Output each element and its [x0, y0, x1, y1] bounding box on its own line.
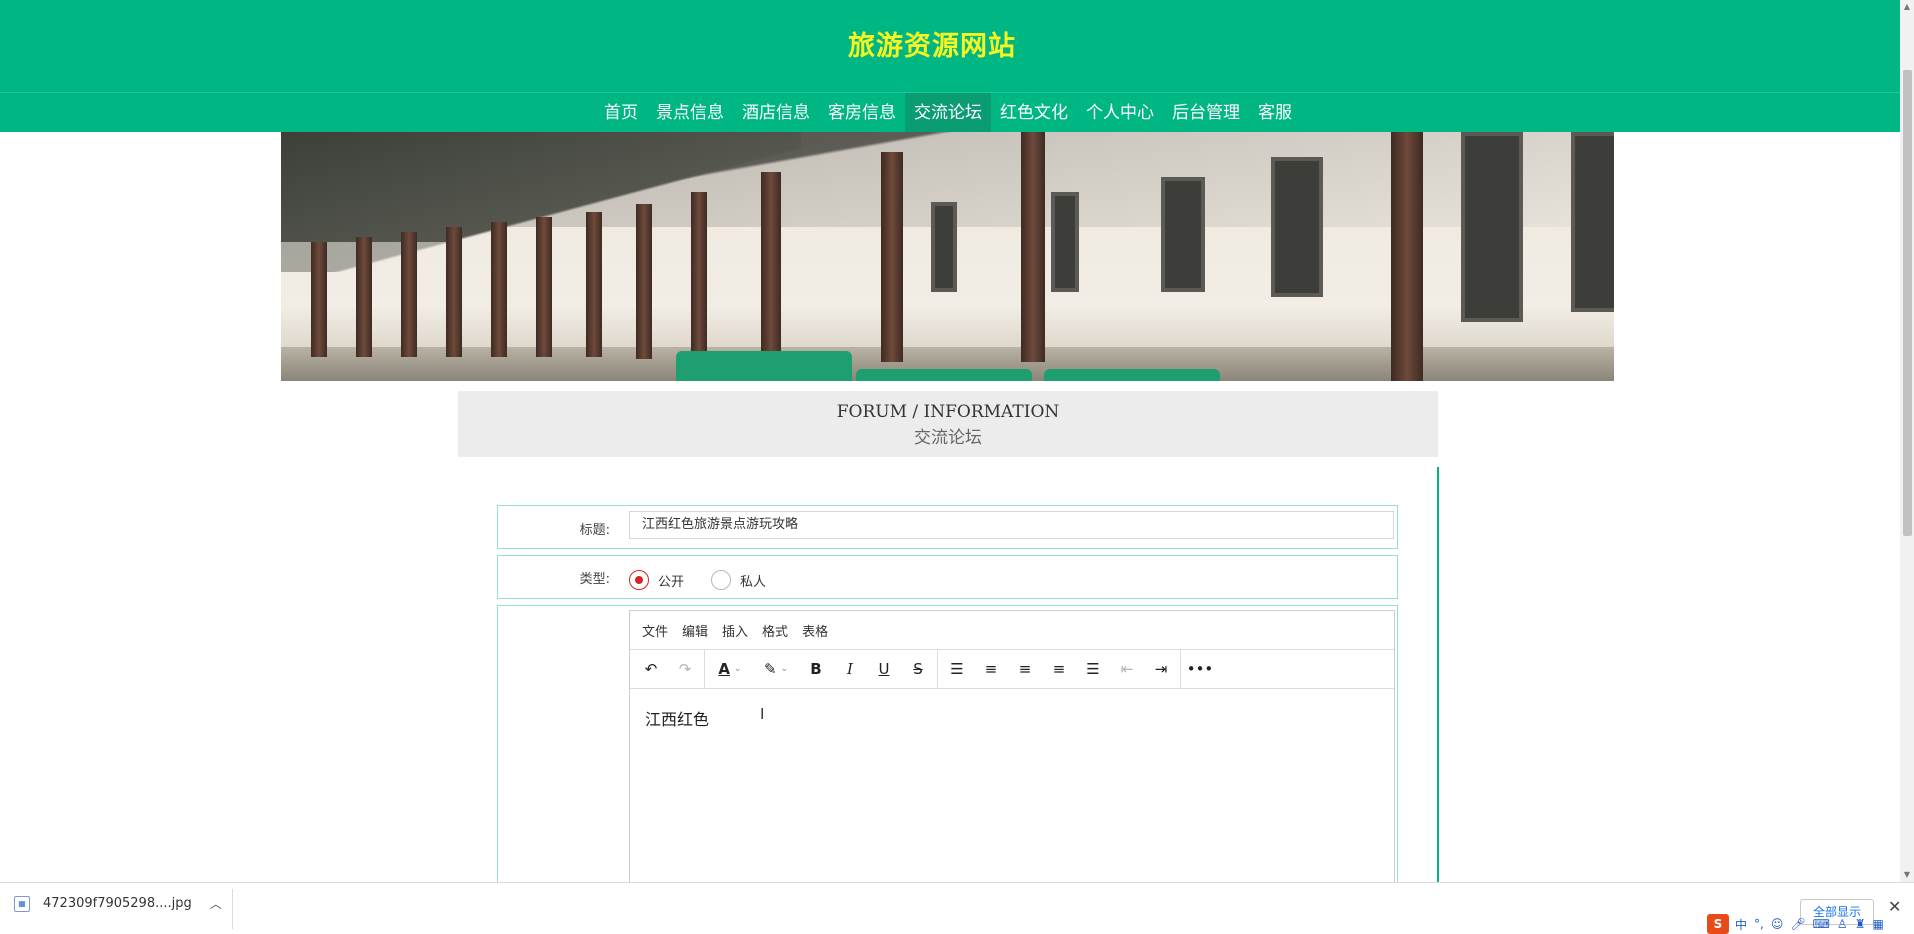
menu-insert[interactable]: 插入 — [722, 621, 748, 640]
nav-item-attractions[interactable]: 景点信息 — [647, 93, 733, 133]
scroll-thumb[interactable] — [1903, 70, 1912, 536]
underline-icon[interactable]: U — [867, 654, 901, 684]
download-bar: ▦ 472309f7905298....jpg ︿ 全部显示 ✕ S 中 °, … — [0, 882, 1914, 934]
title-row: 标题: 江西红色旅游景点游玩攻略 — [497, 505, 1398, 549]
site-title: 旅游资源网站 — [848, 31, 1016, 62]
nav-item-rooms[interactable]: 客房信息 — [819, 93, 905, 133]
title-label: 标题: — [579, 523, 610, 538]
image-file-icon: ▦ — [14, 895, 30, 912]
main-nav: 首页 景点信息 酒店信息 客房信息 交流论坛 红色文化 个人中心 后台管理 客服 — [0, 92, 1900, 133]
radio-public-circle[interactable] — [629, 570, 649, 590]
download-item[interactable]: ▦ 472309f7905298....jpg ︿ — [14, 895, 222, 912]
text-cursor-icon: I — [760, 705, 765, 723]
bold-icon[interactable]: B — [799, 654, 833, 684]
menu-format[interactable]: 格式 — [762, 621, 788, 640]
outdent-icon[interactable]: ⇤ — [1110, 654, 1144, 684]
align-justify-icon[interactable]: ☰ — [1076, 654, 1110, 684]
title-input[interactable]: 江西红色旅游景点游玩攻略 — [629, 511, 1394, 539]
nav-item-admin[interactable]: 后台管理 — [1163, 93, 1249, 133]
radio-private-circle[interactable] — [711, 570, 731, 590]
editor-content[interactable]: 江西红色 — [630, 689, 1394, 730]
indent-icon[interactable]: ⇥ — [1144, 654, 1178, 684]
sogou-logo-icon[interactable]: S — [1707, 914, 1729, 934]
text-color-icon[interactable]: A ⌄ — [707, 654, 753, 684]
menu-edit[interactable]: 编辑 — [682, 621, 708, 640]
ime-toolbar: S 中 °, ☺ 🎤︎ ⌨ ♙ ♜ ▦ — [1707, 913, 1891, 934]
editor-toolbar: ↶ ↷ A ⌄ ✎ ⌄ B I U S ☰ ≡ ≡ ≡ ☰ ⇤ ⇥ ••• — [630, 649, 1394, 689]
content-divider — [1437, 467, 1439, 887]
site-header: 旅游资源网站 — [0, 0, 1900, 92]
chevron-up-icon[interactable]: ︿ — [210, 895, 222, 912]
keyboard-icon[interactable]: ⌨ — [1813, 917, 1830, 931]
nav-item-home[interactable]: 首页 — [595, 93, 647, 133]
scroll-down-icon[interactable]: ▼ — [1900, 868, 1914, 882]
nav-item-personal-center[interactable]: 个人中心 — [1077, 93, 1163, 133]
download-file-name: 472309f7905298....jpg — [43, 896, 192, 911]
align-right-icon[interactable]: ≡ — [1042, 654, 1076, 684]
nav-item-red-culture[interactable]: 红色文化 — [991, 93, 1077, 133]
user-icon[interactable]: ♙ — [1837, 917, 1848, 931]
editor-menubar: 文件 编辑 插入 格式 表格 — [630, 611, 1394, 650]
more-icon[interactable]: ••• — [1183, 654, 1217, 684]
align-left-icon[interactable]: ≡ — [974, 654, 1008, 684]
content-row: 文件 编辑 插入 格式 表格 ↶ ↷ A ⌄ ✎ ⌄ B I U S ☰ ≡ ≡ ≡ — [497, 605, 1398, 900]
nav-item-forum[interactable]: 交流论坛 — [905, 93, 991, 133]
grid-icon[interactable]: ▦ — [1872, 917, 1883, 931]
skin-icon[interactable]: ♜ — [1855, 917, 1866, 931]
scroll-up-icon[interactable]: ▲ — [1900, 0, 1914, 14]
nav-item-customer-service[interactable]: 客服 — [1249, 93, 1301, 133]
microphone-icon[interactable]: 🎤︎ — [1790, 917, 1805, 931]
forum-heading: FORUM / INFORMATION 交流论坛 — [458, 391, 1438, 457]
type-row: 类型: 公开 私人 — [497, 555, 1398, 599]
align-center-icon[interactable]: ≡ — [1008, 654, 1042, 684]
line-height-icon[interactable]: ☰ — [940, 654, 974, 684]
radio-private-label: 私人 — [740, 574, 767, 590]
radio-private[interactable]: 私人 — [711, 570, 766, 590]
nav-item-hotels[interactable]: 酒店信息 — [733, 93, 819, 133]
banner-image — [281, 132, 1614, 381]
undo-icon[interactable]: ↶ — [634, 654, 668, 684]
radio-public-label: 公开 — [658, 574, 685, 590]
forum-title-en: FORUM / INFORMATION — [836, 402, 1060, 422]
type-label: 类型: — [579, 572, 610, 587]
menu-table[interactable]: 表格 — [802, 621, 828, 640]
forum-title-cn: 交流论坛 — [914, 428, 982, 448]
menu-file[interactable]: 文件 — [642, 621, 668, 640]
strikethrough-icon[interactable]: S — [901, 654, 935, 684]
highlight-icon[interactable]: ✎ ⌄ — [753, 654, 799, 684]
page-scrollbar[interactable]: ▲ ▼ — [1900, 0, 1914, 882]
rich-text-editor: 文件 编辑 插入 格式 表格 ↶ ↷ A ⌄ ✎ ⌄ B I U S ☰ ≡ ≡ ≡ — [629, 610, 1395, 900]
ime-mode[interactable]: 中 — [1735, 916, 1747, 933]
redo-icon[interactable]: ↷ — [668, 654, 702, 684]
page: 旅游资源网站 首页 景点信息 酒店信息 客房信息 交流论坛 红色文化 个人中心 … — [0, 0, 1914, 934]
radio-public[interactable]: 公开 — [629, 570, 684, 590]
italic-icon[interactable]: I — [833, 654, 867, 684]
emoji-icon[interactable]: ☺ — [1771, 917, 1784, 931]
punctuation-icon[interactable]: °, — [1754, 917, 1764, 931]
